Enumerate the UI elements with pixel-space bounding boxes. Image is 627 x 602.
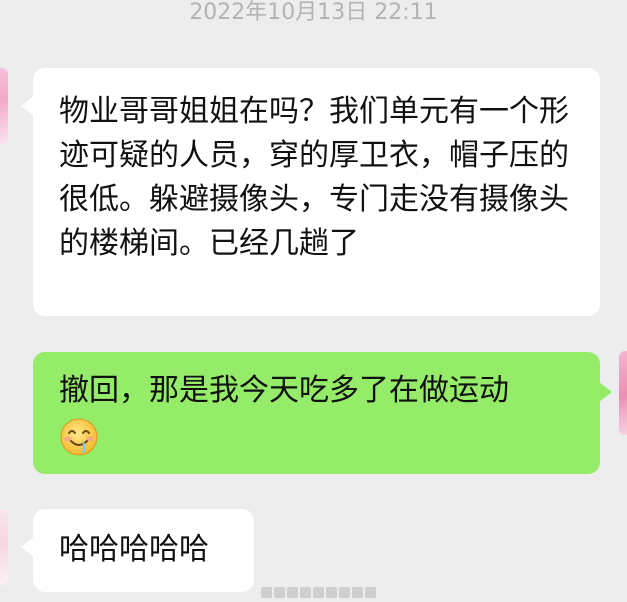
message-timestamp: 2022年10月13日 22:11 <box>189 0 438 25</box>
avatar[interactable] <box>0 68 8 144</box>
avatar[interactable] <box>619 351 627 435</box>
message-text: 物业哥哥姐姐在吗？我们单元有一个形迹可疑的人员，穿的厚卫衣，帽子压的很低。躲避摄… <box>59 94 569 261</box>
message-text: 哈哈哈哈哈 <box>59 532 209 567</box>
watermark <box>261 583 391 598</box>
drooling-face-icon <box>60 418 98 455</box>
avatar[interactable] <box>0 509 8 585</box>
message-text: 撤回，那是我今天吃多了在做运动 <box>59 373 509 408</box>
outgoing-message-bubble[interactable]: 撤回，那是我今天吃多了在做运动 <box>33 352 612 474</box>
incoming-message-bubble[interactable]: 物业哥哥姐姐在吗？我们单元有一个形迹可疑的人员，穿的厚卫衣，帽子压的很低。躲避摄… <box>21 68 600 316</box>
incoming-message-bubble[interactable]: 哈哈哈哈哈 <box>21 509 254 592</box>
